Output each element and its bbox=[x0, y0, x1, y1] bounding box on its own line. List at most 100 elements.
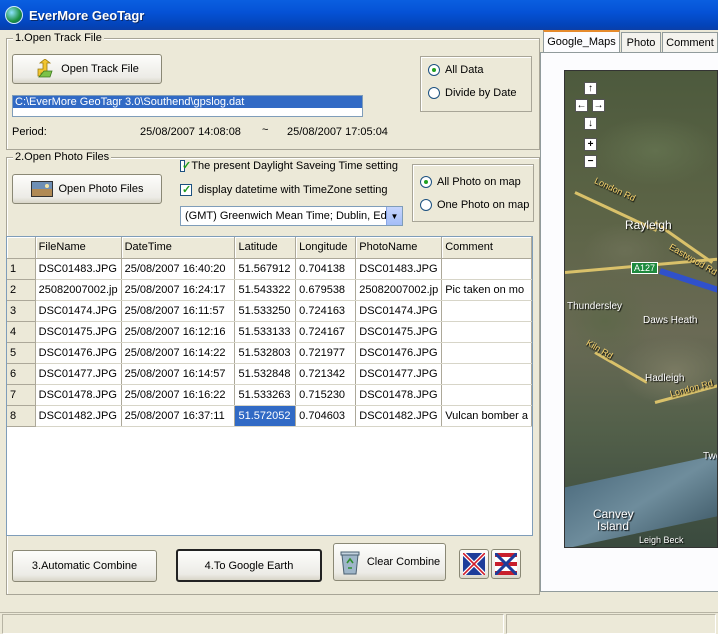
cell-comment[interactable] bbox=[441, 363, 532, 385]
automatic-combine-button[interactable]: 3.Automatic Combine bbox=[12, 550, 157, 582]
cell-latitude[interactable]: 51.533250 bbox=[234, 300, 297, 322]
chevron-down-icon[interactable]: ▼ bbox=[386, 207, 402, 225]
map-pan-left-icon[interactable]: ← bbox=[575, 99, 588, 112]
all-photo-radio[interactable] bbox=[420, 176, 432, 188]
table-row[interactable]: 4 DSC01475.JPG 25/08/2007 16:12:16 51.53… bbox=[7, 321, 532, 343]
table-row[interactable]: 5 DSC01476.JPG 25/08/2007 16:14:22 51.53… bbox=[7, 342, 532, 364]
photo-group-label: 2.Open Photo Files bbox=[13, 151, 112, 163]
option-all-photo[interactable]: All Photo on map bbox=[420, 176, 521, 188]
map-zoom-in-icon[interactable]: + bbox=[584, 138, 597, 151]
cell-filename[interactable]: 25082007002.jp bbox=[35, 279, 122, 301]
cell-longitude[interactable]: 0.724163 bbox=[295, 300, 357, 322]
cell-photoname[interactable]: DSC01482.JPG bbox=[355, 405, 443, 427]
track-path-text: C:\EverMore GeoTagr 3.0\Southend\gpslog.… bbox=[13, 96, 362, 108]
cell-comment[interactable] bbox=[441, 321, 532, 343]
map-zoom-out-icon[interactable]: − bbox=[584, 155, 597, 168]
tab-google-maps[interactable]: Google_Maps bbox=[543, 30, 620, 52]
cell-latitude[interactable]: 51.532803 bbox=[234, 342, 297, 364]
cell-datetime[interactable]: 25/08/2007 16:14:57 bbox=[121, 363, 236, 385]
cell-longitude[interactable]: 0.724167 bbox=[295, 321, 357, 343]
cell-filename[interactable]: DSC01475.JPG bbox=[35, 321, 122, 343]
map-pan-right-icon[interactable]: → bbox=[592, 99, 605, 112]
table-row[interactable]: 7 DSC01478.JPG 25/08/2007 16:16:22 51.53… bbox=[7, 384, 532, 406]
cell-datetime[interactable]: 25/08/2007 16:16:22 bbox=[121, 384, 236, 406]
cell-latitude-selected[interactable]: 51.572052 bbox=[234, 405, 297, 427]
option-all-data[interactable]: All Data bbox=[428, 64, 484, 76]
map-pan-down-icon[interactable]: ↓ bbox=[584, 117, 597, 130]
cell-filename[interactable]: DSC01478.JPG bbox=[35, 384, 122, 406]
cell-filename[interactable]: DSC01476.JPG bbox=[35, 342, 122, 364]
cell-comment[interactable] bbox=[441, 384, 532, 406]
cell-longitude[interactable]: 0.704138 bbox=[295, 258, 357, 280]
cell-longitude[interactable]: 0.679538 bbox=[295, 279, 357, 301]
status-cell-secondary bbox=[506, 614, 716, 634]
cell-datetime[interactable]: 25/08/2007 16:12:16 bbox=[121, 321, 236, 343]
col-datetime[interactable]: DateTime bbox=[121, 237, 236, 259]
cell-latitude[interactable]: 51.533263 bbox=[234, 384, 297, 406]
tab-comment[interactable]: Comment bbox=[662, 32, 718, 52]
to-google-earth-button[interactable]: 4.To Google Earth bbox=[176, 549, 322, 582]
cell-comment[interactable] bbox=[441, 300, 532, 322]
clear-combine-button[interactable]: Clear Combine bbox=[333, 543, 446, 581]
cell-latitude[interactable]: 51.533133 bbox=[234, 321, 297, 343]
tz-checkbox-row[interactable]: display datetime with TimeZone setting bbox=[180, 183, 388, 196]
cell-filename[interactable]: DSC01474.JPG bbox=[35, 300, 122, 322]
dst-checkbox[interactable] bbox=[180, 160, 192, 172]
open-photo-files-button[interactable]: Open Photo Files bbox=[12, 174, 162, 204]
uk-flag-button[interactable] bbox=[459, 549, 489, 579]
cell-latitude[interactable]: 51.532848 bbox=[234, 363, 297, 385]
cell-datetime[interactable]: 25/08/2007 16:37:11 bbox=[121, 405, 236, 427]
cell-datetime[interactable]: 25/08/2007 16:14:22 bbox=[121, 342, 236, 364]
google-map[interactable]: London Rd Rayleigh Eastwood Rd A127 Thun… bbox=[564, 70, 718, 548]
timezone-checkbox[interactable] bbox=[180, 183, 192, 196]
cell-comment[interactable]: Vulcan bomber a bbox=[441, 405, 532, 427]
all-data-radio[interactable] bbox=[428, 64, 440, 76]
col-filename[interactable]: FileName bbox=[35, 237, 122, 259]
cell-photoname[interactable]: DSC01478.JPG bbox=[355, 384, 443, 406]
one-photo-radio[interactable] bbox=[420, 199, 432, 211]
col-latitude[interactable]: Latitude bbox=[234, 237, 297, 259]
cell-longitude[interactable]: 0.721342 bbox=[295, 363, 357, 385]
cell-filename[interactable]: DSC01483.JPG bbox=[35, 258, 122, 280]
cell-datetime[interactable]: 25/08/2007 16:11:57 bbox=[121, 300, 236, 322]
divide-by-date-radio[interactable] bbox=[428, 87, 440, 99]
cell-latitude[interactable]: 51.543322 bbox=[234, 279, 297, 301]
cell-filename[interactable]: DSC01482.JPG bbox=[35, 405, 122, 427]
cell-latitude[interactable]: 51.567912 bbox=[234, 258, 297, 280]
table-row[interactable]: 3 DSC01474.JPG 25/08/2007 16:11:57 51.53… bbox=[7, 300, 532, 322]
track-path-field[interactable]: C:\EverMore GeoTagr 3.0\Southend\gpslog.… bbox=[12, 95, 363, 117]
table-row[interactable]: 1 DSC01483.JPG 25/08/2007 16:40:20 51.56… bbox=[7, 258, 532, 280]
cell-comment[interactable]: Pic taken on mo bbox=[441, 279, 532, 301]
col-comment[interactable]: Comment bbox=[441, 237, 532, 259]
cell-longitude[interactable]: 0.715230 bbox=[295, 384, 357, 406]
cell-datetime[interactable]: 25/08/2007 16:24:17 bbox=[121, 279, 236, 301]
all-photo-label: All Photo on map bbox=[437, 176, 521, 188]
table-row[interactable]: 8 DSC01482.JPG 25/08/2007 16:37:11 51.57… bbox=[7, 405, 532, 427]
option-divide-by-date[interactable]: Divide by Date bbox=[428, 87, 517, 99]
cell-photoname[interactable]: DSC01475.JPG bbox=[355, 321, 443, 343]
cell-datetime[interactable]: 25/08/2007 16:40:20 bbox=[121, 258, 236, 280]
cell-longitude[interactable]: 0.704603 bbox=[295, 405, 357, 427]
cell-longitude[interactable]: 0.721977 bbox=[295, 342, 357, 364]
tab-photo[interactable]: Photo bbox=[621, 32, 661, 52]
cell-photoname[interactable]: DSC01483.JPG bbox=[355, 258, 443, 280]
cell-photoname[interactable]: 25082007002.jp bbox=[355, 279, 443, 301]
table-row[interactable]: 6 DSC01477.JPG 25/08/2007 16:14:57 51.53… bbox=[7, 363, 532, 385]
map-pan-up-icon[interactable]: ↑ bbox=[584, 82, 597, 95]
cell-photoname[interactable]: DSC01474.JPG bbox=[355, 300, 443, 322]
dst-checkbox-row[interactable]: The present Daylight Saveing Time settin… bbox=[180, 160, 398, 172]
cell-photoname[interactable]: DSC01476.JPG bbox=[355, 342, 443, 364]
timezone-select[interactable]: (GMT) Greenwich Mean Time; Dublin, Edin … bbox=[180, 206, 403, 226]
cell-comment[interactable] bbox=[441, 342, 532, 364]
cell-filename[interactable]: DSC01477.JPG bbox=[35, 363, 122, 385]
col-photoname[interactable]: PhotoName bbox=[355, 237, 443, 259]
open-folder-arrow-icon bbox=[37, 59, 53, 78]
open-track-file-button[interactable]: Open Track File bbox=[12, 54, 162, 84]
photo-table[interactable]: FileName DateTime Latitude Longitude Pho… bbox=[6, 236, 533, 536]
col-longitude[interactable]: Longitude bbox=[295, 237, 357, 259]
flag-alt-button[interactable] bbox=[491, 549, 521, 579]
table-row[interactable]: 2 25082007002.jp 25/08/2007 16:24:17 51.… bbox=[7, 279, 532, 301]
cell-comment[interactable] bbox=[441, 258, 532, 280]
option-one-photo[interactable]: One Photo on map bbox=[420, 199, 529, 211]
cell-photoname[interactable]: DSC01477.JPG bbox=[355, 363, 443, 385]
